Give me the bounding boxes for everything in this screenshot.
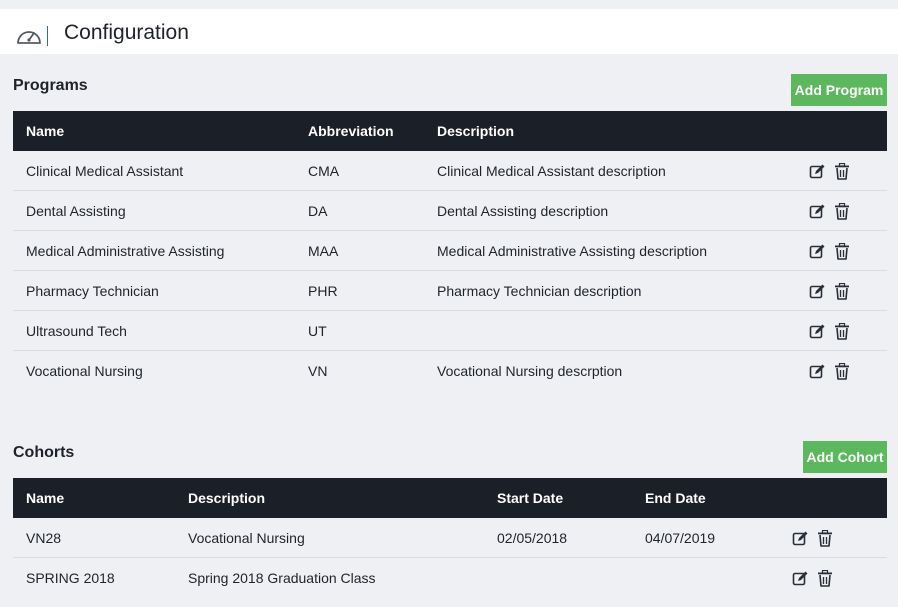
program-name-cell: Pharmacy Technician	[26, 283, 159, 299]
program-abbreviation-cell: DA	[308, 203, 328, 219]
program-description-cell: Medical Administrative Assisting descrip…	[437, 243, 708, 259]
table-row: Medical Administrative Assisting MAA Medic…	[13, 231, 887, 271]
programs-table: Name Abbreviation Description Clinical M…	[13, 111, 887, 391]
edit-icon[interactable]	[809, 283, 825, 300]
trash-icon[interactable]	[834, 203, 850, 220]
program-description-cell: Vocational Nursing descrption	[437, 363, 623, 379]
table-row: SPRING 2018 Spring 2018 Graduation Class	[13, 558, 887, 598]
program-description-cell: Clinical Medical Assistant description	[437, 163, 666, 179]
row-actions	[809, 163, 850, 180]
program-abbreviation-cell: UT	[308, 323, 327, 339]
trash-icon[interactable]	[834, 243, 850, 260]
cohort-name-cell: SPRING 2018	[26, 570, 115, 586]
program-abbreviation-cell: CMA	[308, 163, 340, 179]
program-name-cell: Ultrasound Tech	[26, 323, 127, 339]
add-program-button[interactable]: Add Program	[791, 74, 887, 106]
program-name-cell: Clinical Medical Assistant	[26, 163, 184, 179]
row-actions	[809, 283, 850, 300]
column-header-description[interactable]: Description	[188, 490, 265, 506]
column-header-end-date[interactable]: End Date	[645, 490, 706, 506]
column-header-name[interactable]: Name	[26, 123, 64, 139]
column-header-start-date[interactable]: Start Date	[497, 490, 563, 506]
program-name-cell: Medical Administrative Assisting	[26, 243, 225, 259]
program-name-cell: Dental Assisting	[26, 203, 126, 219]
trash-icon[interactable]	[834, 363, 850, 380]
cohort-end-date-cell: 04/07/2019	[645, 530, 716, 546]
cohort-start-date-cell: 02/05/2018	[497, 530, 568, 546]
dashboard-gauge-icon	[17, 31, 41, 44]
edit-icon[interactable]	[809, 323, 825, 340]
row-actions	[792, 570, 833, 587]
program-abbreviation-cell: MAA	[308, 243, 339, 259]
top-strip	[0, 0, 898, 9]
programs-section-title: Programs	[13, 77, 88, 94]
header-divider	[47, 26, 48, 46]
cohorts-section-title: Cohorts	[13, 444, 75, 461]
trash-icon[interactable]	[817, 530, 833, 547]
add-cohort-button[interactable]: Add Cohort	[803, 441, 887, 473]
table-row: VN28 Vocational Nursing 02/05/2018 04/07/20…	[13, 518, 887, 558]
table-row: Pharmacy Technician PHR Pharmacy Technicia…	[13, 271, 887, 311]
program-abbreviation-cell: PHR	[308, 283, 338, 299]
edit-icon[interactable]	[792, 530, 808, 547]
row-actions	[809, 323, 850, 340]
row-actions	[792, 530, 833, 547]
cohort-name-cell: VN28	[26, 530, 62, 546]
row-actions	[809, 203, 850, 220]
column-header-description[interactable]: Description	[437, 123, 514, 139]
program-description-cell: Dental Assisting description	[437, 203, 609, 219]
edit-icon[interactable]	[792, 570, 808, 587]
program-description-cell: Pharmacy Technician description	[437, 283, 642, 299]
row-actions	[809, 243, 850, 260]
page-header: Configuration	[0, 9, 898, 54]
program-name-cell: Vocational Nursing	[26, 363, 143, 379]
edit-icon[interactable]	[809, 243, 825, 260]
trash-icon[interactable]	[834, 163, 850, 180]
cohorts-table-header: Name Description Start Date End Date	[13, 478, 887, 518]
page-title: Configuration	[64, 21, 189, 44]
cohorts-table: Name Description Start Date End Date VN2…	[13, 478, 887, 598]
table-row: Dental Assisting DA Dental Assisting descr…	[13, 191, 887, 231]
edit-icon[interactable]	[809, 163, 825, 180]
trash-icon[interactable]	[817, 570, 833, 587]
table-row: Ultrasound Tech UT	[13, 311, 887, 351]
edit-icon[interactable]	[809, 203, 825, 220]
trash-icon[interactable]	[834, 323, 850, 340]
column-header-name[interactable]: Name	[26, 490, 64, 506]
programs-table-header: Name Abbreviation Description	[13, 111, 887, 151]
table-row: Clinical Medical Assistant CMA Clinical Me…	[13, 151, 887, 191]
column-header-abbreviation[interactable]: Abbreviation	[308, 123, 394, 139]
cohort-description-cell: Vocational Nursing	[188, 530, 305, 546]
trash-icon[interactable]	[834, 283, 850, 300]
program-abbreviation-cell: VN	[308, 363, 328, 379]
edit-icon[interactable]	[809, 363, 825, 380]
table-row: Vocational Nursing VN Vocational Nursing d…	[13, 351, 887, 391]
cohort-description-cell: Spring 2018 Graduation Class	[188, 570, 376, 586]
row-actions	[809, 363, 850, 380]
